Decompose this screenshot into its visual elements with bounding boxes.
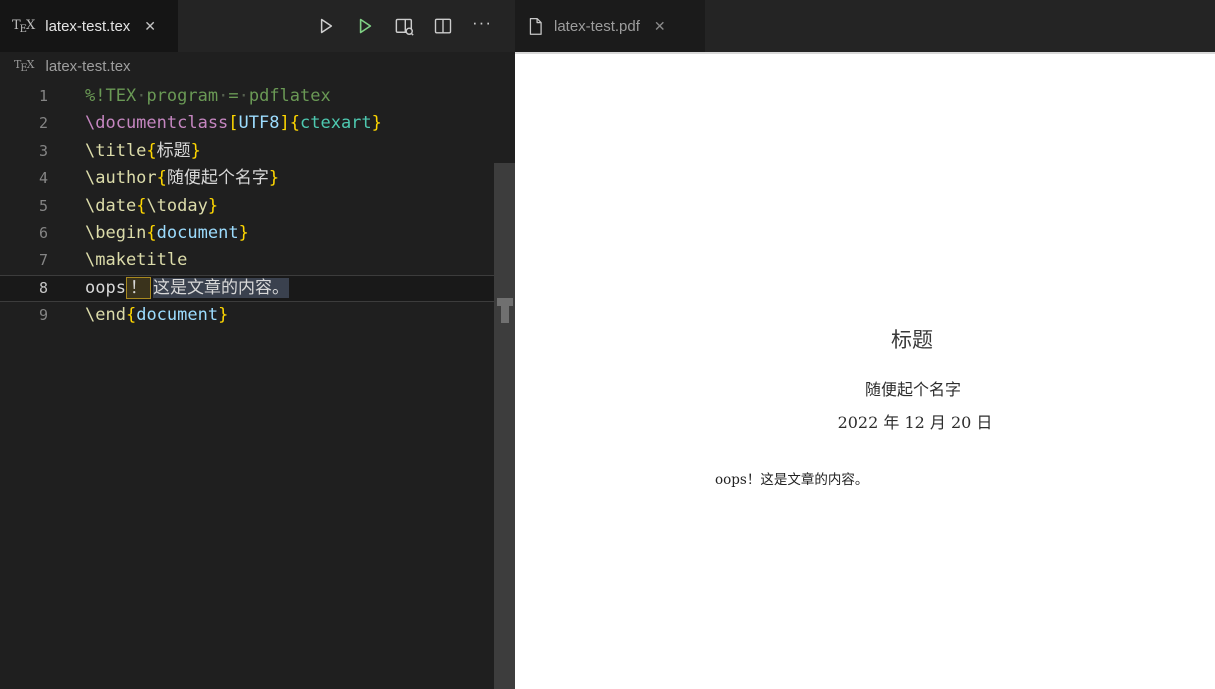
breadcrumb-filename: latex-test.tex: [45, 57, 131, 75]
code-token: {: [136, 195, 147, 216]
code-token: \date: [85, 195, 137, 216]
pdf-file-icon: [527, 17, 544, 36]
code-line[interactable]: 3 \title{标题}: [0, 138, 515, 165]
code-token: 随便起个名字: [166, 168, 269, 189]
editor-scrollbar[interactable]: [494, 163, 515, 689]
line-content: \date{\today}: [85, 193, 218, 220]
code-token: ·: [136, 86, 147, 106]
code-editor[interactable]: 1 %!TEX·program·=·pdflatex 2 \documentclass…: [0, 80, 515, 689]
line-number: 8: [38, 278, 48, 297]
line-number: 6: [38, 223, 48, 242]
code-line[interactable]: 7 \maketitle: [0, 247, 515, 274]
line-content: \maketitle: [85, 247, 187, 274]
line-content: oops！这是文章的内容。: [85, 275, 289, 302]
code-token: %!TEX: [85, 86, 137, 106]
code-token: \end: [85, 305, 126, 326]
code-token: {: [289, 113, 300, 134]
code-token: pdflatex: [248, 86, 331, 106]
line-number: 2: [38, 114, 48, 133]
tab-latex-test-tex[interactable]: TEX latex-test.tex ✕: [0, 0, 178, 52]
code-token: }: [190, 140, 201, 161]
code-token: \begin: [85, 222, 147, 243]
code-line[interactable]: 9 \end{document}: [0, 302, 515, 329]
tab-label: latex-test.tex: [45, 17, 131, 35]
code-token: ·: [238, 86, 249, 106]
line-number: 3: [38, 141, 48, 160]
code-token: =: [228, 86, 239, 106]
code-token: UTF8: [238, 113, 280, 134]
code-line[interactable]: 4 \author{随便起个名字}: [0, 165, 515, 192]
line-content: %!TEX·program·=·pdflatex: [85, 83, 331, 110]
code-token: \documentclass: [85, 113, 229, 134]
code-line[interactable]: 2 \documentclass[UTF8]{ctexart}: [0, 110, 515, 137]
split-editor-icon[interactable]: [432, 15, 454, 37]
code-token: program: [146, 86, 219, 106]
code-line[interactable]: 6 \begin{document}: [0, 220, 515, 247]
code-token: ·: [218, 86, 229, 106]
line-content: \documentclass[UTF8]{ctexart}: [85, 110, 382, 137]
line-number: 5: [38, 196, 48, 215]
code-token: document: [156, 222, 239, 243]
code-token: ctexart: [300, 113, 372, 134]
code-token: \maketitle: [85, 250, 188, 271]
code-token: ！: [125, 276, 151, 299]
code-lines: 1 %!TEX·program·=·pdflatex 2 \documentclass…: [0, 83, 515, 330]
code-token: ]: [279, 113, 290, 134]
code-token: \author: [85, 168, 157, 189]
code-token: document: [136, 305, 219, 326]
run-code-icon[interactable]: [354, 15, 376, 37]
editor-pane-pdf: latex-test.pdf ✕ 标题 随便起个名字 2022 年 12 月 2…: [515, 0, 1215, 689]
overview-ruler-mark: [497, 298, 513, 306]
build-latex-icon[interactable]: [315, 15, 337, 37]
code-token: {: [146, 140, 157, 161]
line-content: \end{document}: [85, 302, 228, 329]
line-content: \begin{document}: [85, 220, 249, 247]
vscode-window: TEX latex-test.tex ✕ ··· TEX latex-test.…: [0, 0, 1215, 689]
line-content: \author{随便起个名字}: [85, 165, 279, 192]
line-content: \title{标题}: [85, 138, 201, 165]
pdf-document-date: 2022 年 12 月 20 日: [837, 413, 993, 432]
code-token: }: [207, 195, 219, 216]
tab-latex-test-pdf[interactable]: latex-test.pdf ✕: [515, 0, 705, 52]
code-token: [: [228, 113, 239, 134]
tabbar-right: latex-test.pdf ✕: [515, 0, 1215, 52]
more-actions-icon[interactable]: ···: [471, 14, 493, 37]
pdf-document-author: 随便起个名字: [864, 380, 962, 399]
code-token: }: [238, 222, 249, 243]
code-token: \title: [85, 140, 147, 161]
tex-file-icon: TEX: [12, 17, 36, 35]
breadcrumb[interactable]: TEX latex-test.tex: [0, 52, 515, 80]
editor-pane-tex: TEX latex-test.tex ✕ ··· TEX latex-test.…: [0, 0, 515, 689]
code-line[interactable]: 1 %!TEX·program·=·pdflatex: [0, 83, 515, 110]
pdf-document-body: oops！这是文章的内容。: [715, 472, 869, 488]
line-number: 4: [38, 169, 48, 188]
line-number: 7: [38, 251, 48, 270]
code-token: }: [371, 113, 382, 134]
pdf-viewer[interactable]: 标题 随便起个名字 2022 年 12 月 20 日 oops！这是文章的内容。: [515, 52, 1215, 689]
editor-toolbar: ···: [315, 0, 515, 52]
tex-file-icon-small: TEX: [14, 58, 35, 74]
close-tab-icon[interactable]: ✕: [140, 16, 160, 37]
line-number: 1: [38, 87, 48, 105]
view-latex-pdf-icon[interactable]: [393, 15, 415, 37]
overview-ruler-mark: [501, 306, 509, 323]
code-token: {: [125, 305, 137, 326]
code-token: oops: [85, 277, 126, 298]
code-token: 这是文章的内容。: [152, 277, 289, 298]
code-token: 标题: [156, 140, 191, 161]
tabbar-left: TEX latex-test.tex ✕ ···: [0, 0, 515, 52]
line-number: 9: [38, 306, 48, 325]
code-line[interactable]: 8 oops！这是文章的内容。: [0, 274, 515, 303]
code-line[interactable]: 5 \date{\today}: [0, 193, 515, 220]
code-token: }: [218, 305, 229, 326]
code-token: {: [156, 168, 167, 189]
code-token: }: [268, 168, 280, 189]
pdf-document-title: 标题: [891, 328, 933, 352]
code-token: \today: [146, 195, 208, 216]
tab-label: latex-test.pdf: [554, 17, 640, 35]
code-token: {: [146, 222, 157, 243]
close-tab-icon[interactable]: ✕: [650, 16, 670, 37]
